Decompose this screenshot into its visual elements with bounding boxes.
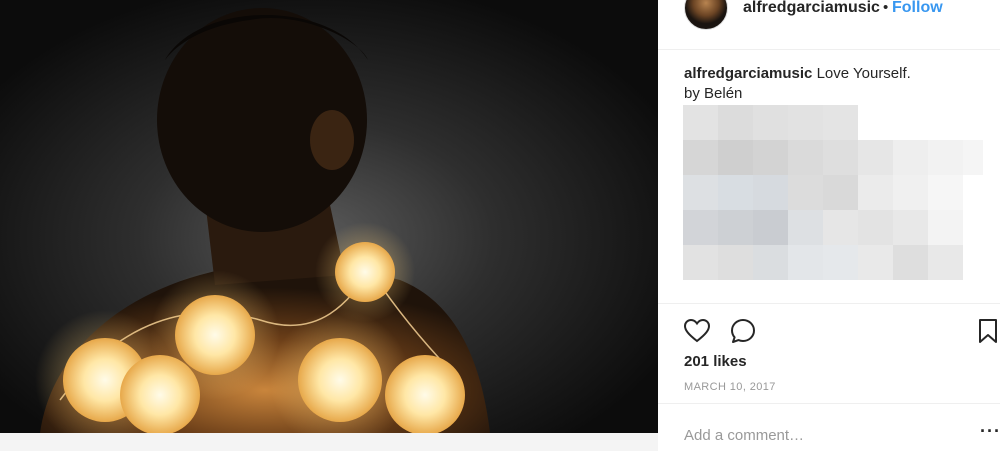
caption-credit: by Belén (684, 85, 743, 102)
separator-dot: • (883, 0, 889, 16)
redacted-comments (683, 105, 983, 280)
header-username[interactable]: alfredgarciamusic (743, 0, 880, 17)
comment-bar: ··· (658, 403, 1000, 451)
likes-count[interactable]: 201 likes (684, 353, 747, 370)
post-details-panel: alfredgarciamusic • Follow alfredgarciam… (658, 0, 1000, 451)
caption-username[interactable]: alfredgarciamusic (684, 65, 812, 82)
post-date: MARCH 10, 2017 (684, 381, 776, 393)
post-header: alfredgarciamusic • Follow (658, 0, 1000, 50)
comment-icon[interactable] (729, 317, 757, 345)
bookmark-icon[interactable] (976, 317, 1000, 345)
heart-icon[interactable] (683, 317, 711, 345)
follow-button[interactable]: Follow (892, 0, 943, 17)
caption-text: Love Yourself. (816, 65, 911, 82)
post-caption: alfredgarciamusic Love Yourself. by Belé… (684, 64, 984, 104)
post-photo[interactable] (0, 0, 658, 433)
avatar[interactable] (684, 0, 728, 30)
photo-bottom-strip (0, 433, 658, 451)
comment-input[interactable] (684, 424, 954, 446)
photo-image (0, 0, 658, 433)
more-options-icon[interactable]: ··· (980, 422, 1000, 440)
post-actions: 201 likes MARCH 10, 2017 (658, 303, 1000, 403)
